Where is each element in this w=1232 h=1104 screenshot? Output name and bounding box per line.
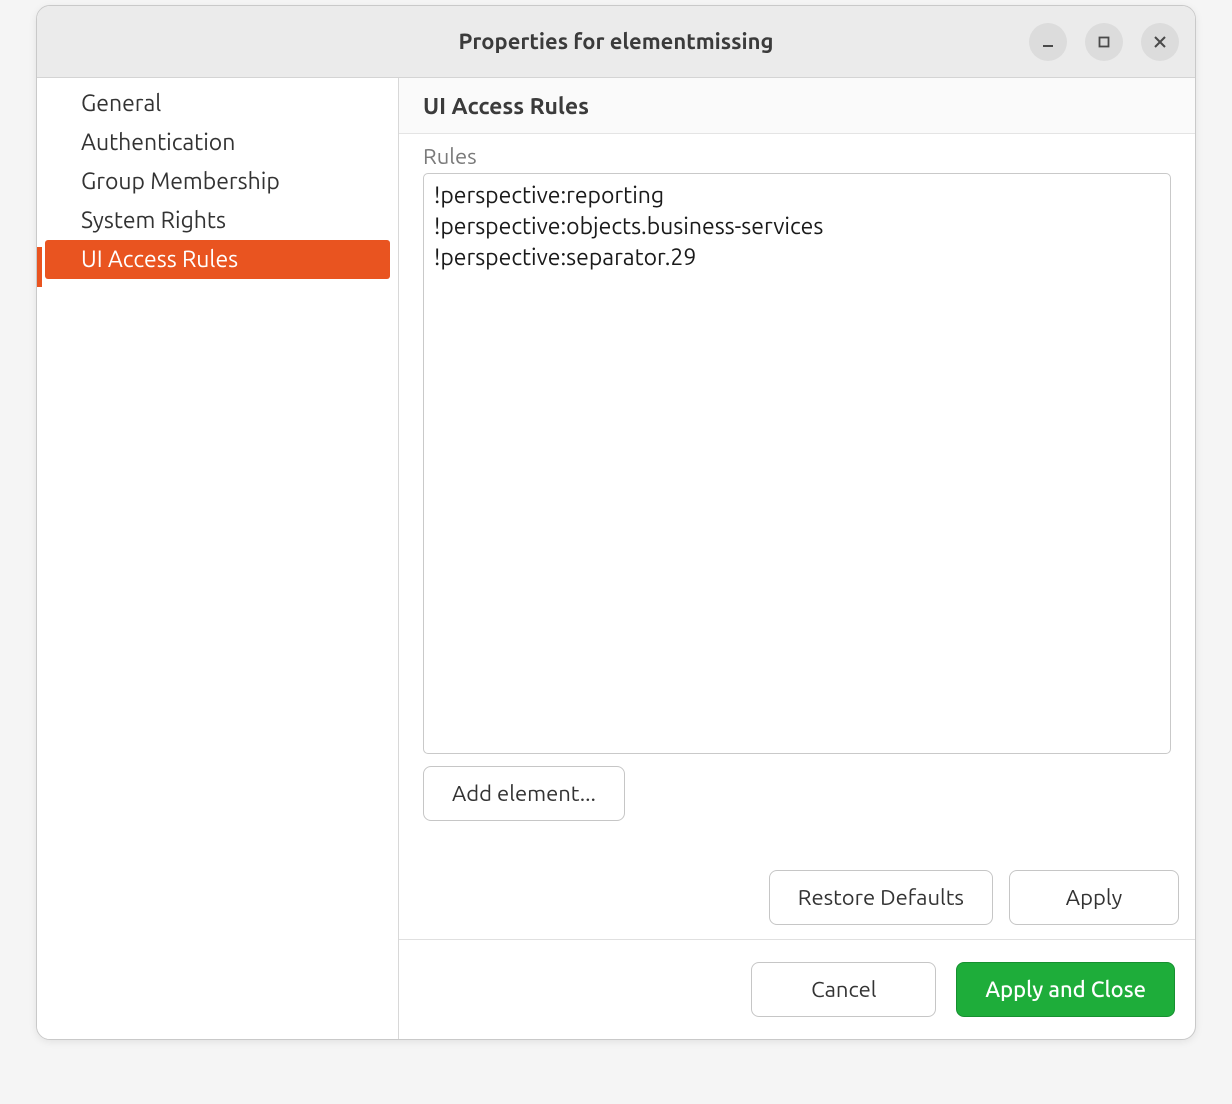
section-header: UI Access Rules [399, 78, 1195, 134]
rules-label: Rules [423, 144, 1171, 169]
sidebar-item-label: General [81, 91, 161, 116]
minimize-icon [1041, 35, 1055, 49]
restore-defaults-button[interactable]: Restore Defaults [769, 870, 993, 925]
apply-button[interactable]: Apply [1009, 870, 1179, 925]
titlebar: Properties for elementmissing [37, 6, 1195, 78]
sidebar-item-system-rights[interactable]: System Rights [37, 201, 398, 240]
sidebar-item-label: UI Access Rules [81, 247, 238, 272]
sidebar-item-group-membership[interactable]: Group Membership [37, 162, 398, 201]
rules-textarea[interactable]: !perspective:reporting !perspective:obje… [423, 173, 1171, 754]
cancel-button[interactable]: Cancel [751, 962, 936, 1017]
sidebar-item-label: Group Membership [81, 169, 280, 194]
sidebar-item-ui-access-rules[interactable]: UI Access Rules [45, 240, 390, 279]
apply-and-close-button[interactable]: Apply and Close [956, 962, 1175, 1017]
minimize-button[interactable] [1029, 23, 1067, 61]
dialog-body: General Authentication Group Membership … [37, 78, 1195, 1039]
properties-dialog: Properties for elementmissing General Au… [36, 5, 1196, 1040]
sidebar-item-authentication[interactable]: Authentication [37, 123, 398, 162]
sidebar-item-label: System Rights [81, 208, 226, 233]
dialog-footer: Cancel Apply and Close [399, 939, 1195, 1039]
maximize-button[interactable] [1085, 23, 1123, 61]
window-title: Properties for elementmissing [37, 29, 1195, 54]
sidebar: General Authentication Group Membership … [37, 78, 399, 1039]
selection-strip [36, 247, 42, 287]
window-controls [1029, 23, 1179, 61]
close-icon [1153, 35, 1167, 49]
close-button[interactable] [1141, 23, 1179, 61]
sidebar-item-label: Authentication [81, 130, 235, 155]
add-element-row: Add element... [423, 766, 1171, 821]
add-element-button[interactable]: Add element... [423, 766, 625, 821]
rules-area: Rules !perspective:reporting !perspectiv… [399, 134, 1195, 856]
maximize-icon [1097, 35, 1111, 49]
sidebar-item-general[interactable]: General [37, 84, 398, 123]
content-pane: UI Access Rules Rules !perspective:repor… [399, 78, 1195, 1039]
page-buttons: Restore Defaults Apply [399, 856, 1195, 939]
